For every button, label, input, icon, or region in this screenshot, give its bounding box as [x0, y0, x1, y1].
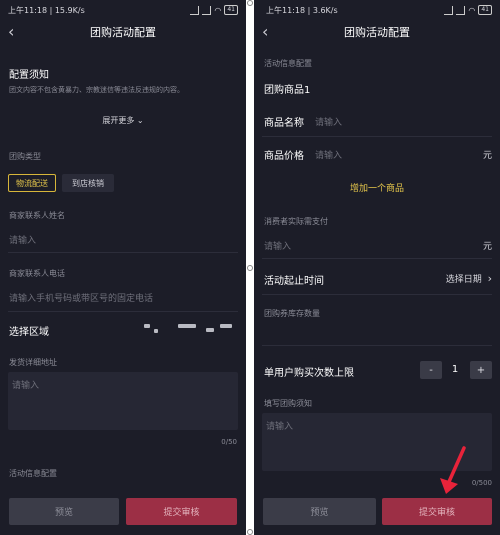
divider-handle	[247, 265, 253, 271]
group-type-label: 团购类型	[9, 152, 41, 161]
actual-pay-unit: 元	[482, 242, 492, 252]
add-goods-button[interactable]: 增加一个商品	[254, 181, 500, 194]
region-value-blurred[interactable]	[140, 322, 240, 336]
chevron-down-icon: ⌄	[136, 116, 144, 125]
chevron-right-icon: ›	[487, 272, 492, 285]
wifi-icon: ◠	[214, 5, 222, 15]
contact-name-input[interactable]: 请输入	[9, 233, 36, 246]
expand-more-link[interactable]: 展开更多 ⌄	[0, 115, 246, 126]
nav-bar: ‹ 团购活动配置	[0, 20, 246, 44]
notice-text: 团文内容不包含黄暴力、宗教迷信等违法反违规的内容。	[9, 86, 184, 94]
actual-pay-input[interactable]: 请输入	[264, 239, 291, 252]
divider	[8, 311, 238, 312]
select-date-label: 选择日期	[445, 275, 482, 285]
purchase-limit-label: 单用户购买次数上限	[264, 368, 354, 379]
back-arrow-icon[interactable]: ‹	[262, 22, 268, 41]
divider	[8, 252, 238, 253]
preview-button[interactable]: 预览	[263, 498, 376, 525]
signal-icon	[456, 5, 466, 15]
divider	[262, 345, 492, 346]
actual-pay-label: 消费者实际需支付	[264, 217, 328, 226]
page-title: 团购活动配置	[344, 26, 410, 39]
nav-bar: ‹ 团购活动配置	[254, 20, 500, 44]
status-bar: 上午11:18 | 15.9K/s ◠ 41	[0, 0, 246, 20]
address-textarea[interactable]: 请输入	[8, 372, 238, 430]
divider-handle	[247, 0, 253, 6]
battery-icon: 41	[478, 5, 492, 15]
status-time-speed: 上午11:18 | 15.9K/s	[8, 6, 85, 15]
activity-info-label: 活动信息配置	[9, 469, 57, 478]
status-bar: 上午11:18 | 3.6K/s ◠ 41	[254, 0, 500, 20]
stock-label: 团购券库存数量	[264, 309, 320, 318]
contact-phone-input[interactable]: 请输入手机号码或带区号的固定电话	[9, 291, 153, 304]
goods-name-input[interactable]: 请输入	[315, 115, 342, 128]
signal-icon	[190, 5, 200, 15]
bottom-action-bar: 预览 提交审核	[254, 493, 500, 535]
goods-price-label: 商品价格	[264, 151, 304, 162]
notice-placeholder: 请输入	[266, 422, 294, 432]
tag-store-verify[interactable]: 到店核销	[62, 174, 114, 192]
blurred-text	[220, 324, 232, 328]
divider	[262, 294, 492, 295]
page-title: 团购活动配置	[90, 26, 156, 39]
bottom-action-bar: 预览 提交审核	[0, 493, 246, 535]
contact-name-label: 商家联系人姓名	[9, 211, 65, 220]
region-label: 选择区域	[9, 327, 49, 338]
limit-plus-button[interactable]: +	[470, 361, 492, 379]
back-arrow-icon[interactable]: ‹	[8, 22, 14, 41]
address-counter: 0/50	[221, 438, 237, 446]
blurred-text	[178, 324, 196, 328]
time-range-label: 活动起止时间	[264, 276, 324, 287]
left-phone-screen: 上午11:18 | 15.9K/s ◠ 41 ‹ 团购活动配置 配置须知 团文内…	[0, 0, 246, 535]
goods-name-label: 商品名称	[264, 118, 304, 129]
status-time-speed: 上午11:18 | 3.6K/s	[266, 6, 338, 15]
divider	[262, 258, 492, 259]
address-placeholder: 请输入	[12, 381, 40, 391]
activity-info-label: 活动信息配置	[264, 59, 312, 68]
blurred-text	[154, 329, 158, 333]
status-icons: ◠ 41	[190, 5, 238, 15]
price-unit: 元	[482, 151, 492, 161]
divider-handle	[247, 529, 253, 535]
notice-label: 填写团购须知	[264, 399, 312, 408]
battery-icon: 41	[224, 5, 238, 15]
address-label: 发货详细地址	[9, 358, 57, 367]
submit-review-button[interactable]: 提交审核	[126, 498, 237, 525]
wifi-icon: ◠	[468, 5, 476, 15]
goods-price-input[interactable]: 请输入	[315, 148, 342, 161]
notice-title: 配置须知	[9, 70, 49, 81]
expand-more-label: 展开更多	[102, 116, 135, 125]
limit-value[interactable]: 1	[446, 364, 464, 375]
submit-review-button[interactable]: 提交审核	[382, 498, 492, 525]
goods-title: 团购商品1	[264, 85, 311, 96]
select-date-button[interactable]: 选择日期 ›	[446, 272, 492, 285]
status-icons: ◠ 41	[444, 5, 492, 15]
divider	[262, 136, 492, 137]
blurred-text	[206, 328, 214, 332]
contact-phone-label: 商家联系人电话	[9, 269, 65, 278]
right-phone-screen: 上午11:18 | 3.6K/s ◠ 41 ‹ 团购活动配置 活动信息配置 团购…	[254, 0, 500, 535]
notice-counter: 0/500	[471, 479, 492, 487]
limit-minus-button[interactable]: -	[420, 361, 442, 379]
preview-button[interactable]: 预览	[9, 498, 119, 525]
signal-icon	[444, 5, 454, 15]
blurred-text	[144, 324, 150, 328]
annotation-arrow-icon	[440, 446, 466, 494]
tag-logistics[interactable]: 物流配送	[8, 174, 56, 192]
signal-icon	[202, 5, 212, 15]
